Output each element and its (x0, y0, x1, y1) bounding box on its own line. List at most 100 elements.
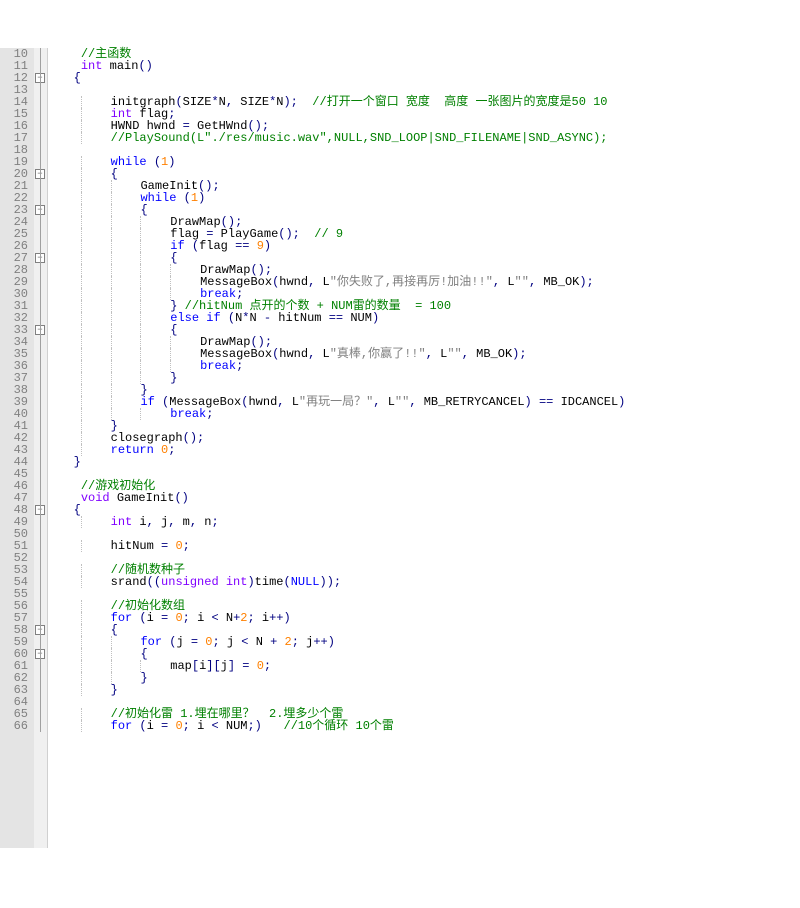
token-id: N (226, 612, 233, 624)
token-str: "" (395, 396, 409, 408)
code-area[interactable]: //主函数 int main() { initgraph(SIZE*N, SIZ… (48, 48, 800, 848)
code-line[interactable]: return 0; (52, 444, 800, 456)
code-line[interactable]: } (52, 672, 800, 684)
token-op: , (308, 276, 322, 288)
token-op: ; (183, 720, 197, 732)
token-op: = (161, 612, 175, 624)
token-op: * (211, 96, 218, 108)
token-op: ; (212, 636, 226, 648)
token-id: j (176, 636, 190, 648)
token-op: == (539, 396, 561, 408)
token-op: , (373, 396, 387, 408)
token-op: (( (147, 576, 161, 588)
token-str: "真棒,你赢了!!" (330, 348, 426, 360)
token-kw: if (206, 312, 220, 324)
code-line[interactable]: break; (52, 408, 800, 420)
token-id: NUM (226, 720, 248, 732)
token-cmt: // 9 (314, 228, 343, 240)
token-op: ( (221, 312, 235, 324)
token-op: } (140, 672, 147, 684)
token-id: L (440, 348, 447, 360)
token-type: int (226, 576, 248, 588)
token-id: i (147, 612, 161, 624)
code-line[interactable]: //PlaySound(L"./res/music.wav",NULL,SND_… (52, 132, 800, 144)
code-line[interactable]: { (52, 72, 800, 84)
code-line[interactable]: //主函数 (52, 48, 800, 60)
token-type: int (81, 60, 103, 72)
code-line[interactable]: for (i = 0; i < NUM;) //10个循环 10个雷 (52, 720, 800, 732)
token-op: ( (176, 192, 190, 204)
token-op: ( (283, 576, 290, 588)
code-line[interactable]: while (1) (52, 156, 800, 168)
token-op: , (493, 276, 507, 288)
token-id: main (102, 60, 138, 72)
token-id: MB_OK (476, 348, 512, 360)
token-op: ;) (247, 720, 261, 732)
token-op: ) (264, 240, 271, 252)
token-op: = (161, 540, 175, 552)
token-id: map (170, 660, 192, 672)
token-op: ( (162, 636, 176, 648)
token-op: , (226, 96, 240, 108)
token-kw: return (111, 444, 154, 456)
code-line[interactable]: while (1) (52, 192, 800, 204)
token-op: == (235, 240, 257, 252)
token-op: , (462, 348, 476, 360)
token-op: ( (147, 156, 161, 168)
token-op: , (168, 516, 182, 528)
token-id: N (276, 96, 283, 108)
token-id: SIZE (240, 96, 269, 108)
token-op: ( (241, 396, 248, 408)
code-line[interactable]: } (52, 372, 800, 384)
token-op: = (161, 720, 175, 732)
token-num: 0 (161, 444, 168, 456)
token-op: < (211, 612, 225, 624)
token-num: 2 (285, 636, 292, 648)
token-op: ); (512, 348, 526, 360)
token-op: ++) (313, 636, 335, 648)
token-op: * (242, 312, 249, 324)
token-id: L (388, 396, 395, 408)
code-line[interactable] (52, 468, 800, 480)
token-num: 1 (161, 156, 168, 168)
token-op: ; (236, 360, 243, 372)
code-line[interactable]: int main() (52, 60, 800, 72)
token-op: ++) (269, 612, 291, 624)
token-id: L (323, 276, 330, 288)
code-line[interactable]: int i, j, m, n; (52, 516, 800, 528)
token-id: L (292, 396, 299, 408)
code-line[interactable]: } (52, 456, 800, 468)
token-type: int (111, 516, 133, 528)
token-op: * (269, 96, 276, 108)
token-op: = (242, 660, 256, 672)
token-id: j (306, 636, 313, 648)
code-line[interactable]: void GameInit() (52, 492, 800, 504)
code-line[interactable]: srand((unsigned int)time(NULL)); (52, 576, 800, 588)
token-id: N (256, 636, 270, 648)
token-id: time (255, 576, 284, 588)
code-line[interactable]: map[i][j] = 0; (52, 660, 800, 672)
code-line[interactable]: for (i = 0; i < N+2; i++) (52, 612, 800, 624)
token-op: < (211, 720, 225, 732)
token-op: < (241, 636, 255, 648)
token-op: ][ (206, 660, 220, 672)
token-id: i (199, 660, 206, 672)
line-number: 66 (2, 720, 28, 732)
code-editor[interactable]: 1011121314151617181920212223242526272829… (0, 48, 800, 848)
token-op: ) (618, 396, 625, 408)
token-op: ; (183, 612, 197, 624)
token-id: hitNum (111, 540, 161, 552)
token-op: == (329, 312, 351, 324)
code-line[interactable]: hitNum = 0; (52, 540, 800, 552)
fold-column[interactable]: −−−−−−−− (34, 48, 48, 848)
token-op: ; (247, 612, 261, 624)
token-type: void (81, 492, 110, 504)
token-id: IDCANCEL (561, 396, 619, 408)
token-cmt: //PlaySound(L"./res/music.wav",NULL,SND_… (111, 132, 608, 144)
code-line[interactable]: } (52, 684, 800, 696)
code-line[interactable]: for (j = 0; j < N + 2; j++) (52, 636, 800, 648)
token-id: GameInit (110, 492, 175, 504)
token-num: 1 (191, 192, 198, 204)
token-op: = (191, 636, 205, 648)
token-op: - (264, 312, 278, 324)
